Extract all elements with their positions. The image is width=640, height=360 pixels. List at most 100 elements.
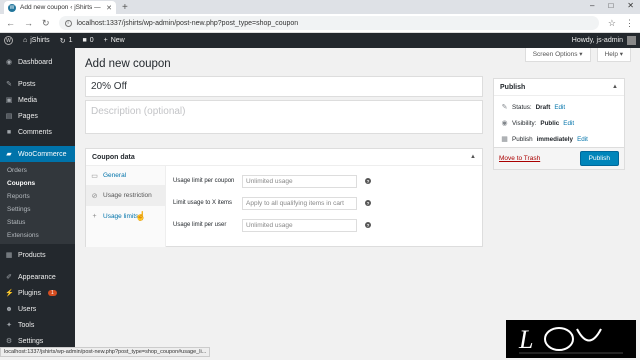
url-input[interactable]: i localhost:1337/jshirts/wp-admin/post-n… (58, 16, 599, 30)
screen-options-button[interactable]: Screen Options ▾ (524, 48, 591, 62)
coupon-data-header[interactable]: Coupon data ▲ (86, 149, 482, 166)
description-textarea[interactable]: Description (optional) (85, 100, 483, 134)
pin-icon: ✎ (501, 104, 508, 111)
sidebar-item-woocommerce[interactable]: ▰ WooCommerce (0, 146, 75, 162)
plugins-badge: 1 (47, 290, 57, 296)
help-tip-icon[interactable]: ? (365, 200, 371, 206)
sidebar-item-dashboard[interactable]: ◉ Dashboard (0, 54, 75, 70)
new-label: New (110, 37, 125, 44)
bookmark-star-icon[interactable]: ☆ (608, 18, 616, 29)
sidebar-item-label: Pages (18, 112, 38, 120)
reload-icon[interactable]: ↻ (42, 18, 50, 29)
updates-link[interactable]: ↻ 1 (60, 37, 73, 45)
sidebar-item-label: Tools (18, 321, 35, 329)
close-window-icon[interactable]: ✕ (627, 1, 634, 10)
sidebar-item-label: Users (18, 305, 37, 313)
submenu-orders[interactable]: Orders (0, 164, 75, 177)
submenu-reports[interactable]: Reports (0, 190, 75, 203)
comment-icon: ■ (82, 37, 87, 44)
publish-button[interactable]: Publish (579, 151, 619, 166)
page-icon: ▤ (5, 113, 13, 120)
status-label: Status: (512, 103, 532, 111)
sidebar-item-label: Posts (18, 80, 36, 88)
media-icon: ▣ (5, 97, 13, 104)
comments-link[interactable]: ■ 0 (82, 37, 93, 44)
home-icon: ⌂ (23, 37, 28, 44)
sidebar-item-tools[interactable]: ✦ Tools (0, 317, 75, 333)
tab-general[interactable]: ▭ General (86, 166, 165, 186)
sidebar-item-media[interactable]: ▣ Media (0, 92, 75, 108)
usage-limit-per-coupon-input[interactable]: Unlimited usage (242, 174, 357, 188)
move-to-trash-link[interactable]: Move to Trash (499, 155, 540, 162)
coupon-data-panel: Coupon data ▲ ▭ General ⊘ Usage restrictio… (85, 148, 483, 247)
status-value: Draft (535, 103, 551, 111)
visibility-row: ◉ Visibility: Public Edit (494, 115, 624, 131)
plugin-icon: ⚡ (5, 290, 14, 297)
sidebar-item-appearance[interactable]: ✐ Appearance (0, 269, 75, 285)
back-icon[interactable]: ← (6, 18, 15, 28)
tab-usage-restriction[interactable]: ⊘ Usage restriction (86, 186, 165, 206)
plus-icon: + (103, 37, 108, 44)
account-menu[interactable]: Howdy, js-admin (572, 36, 636, 45)
limit-usage-to-x-items-input[interactable]: Apply to all qualifying items in cart (242, 196, 357, 210)
hand-cursor-icon: ☝ (135, 211, 147, 221)
help-button[interactable]: Help ▾ (596, 48, 631, 62)
collapse-arrow-icon[interactable]: ▲ (470, 154, 476, 160)
publish-time-label: Publish (512, 135, 533, 143)
learning-logo-watermark: L (506, 320, 636, 358)
page-title: Add new coupon (85, 58, 171, 70)
ban-icon: ⊘ (91, 192, 98, 200)
comments-count: 0 (89, 37, 94, 44)
sidebar-item-label: Settings (18, 337, 44, 345)
coupon-tabs: ▭ General ⊘ Usage restriction + Usage limit… (86, 166, 166, 247)
sidebar-item-products[interactable]: ▦ Products (0, 247, 75, 263)
wordpress-logo-icon[interactable]: W (4, 36, 13, 45)
field-row: Usage limit per user Unlimited usage ? (173, 214, 371, 236)
browser-menu-icon[interactable]: ⋮ (625, 18, 634, 29)
address-bar: ← → ↻ i localhost:1337/jshirts/wp-admin/… (0, 14, 640, 33)
publish-box: Publish ▲ ✎ Status: Draft Edit ◉ Visibil… (493, 78, 625, 170)
screen-meta-links: Screen Options ▾ Help ▾ (524, 48, 631, 62)
field-row: Usage limit per coupon Unlimited usage ? (173, 170, 371, 192)
settings-icon: ⚙ (5, 338, 13, 345)
avatar (627, 36, 636, 45)
close-tab-icon[interactable]: ✕ (106, 4, 112, 12)
sidebar-item-label: Media (18, 96, 38, 104)
help-tip-icon[interactable]: ? (365, 178, 371, 184)
publish-header[interactable]: Publish ▲ (494, 79, 624, 96)
new-content-link[interactable]: + New (104, 37, 125, 44)
sidebar-item-posts[interactable]: ✎ Posts (0, 76, 75, 92)
forward-icon[interactable]: → (24, 18, 33, 28)
submenu-coupons[interactable]: Coupons (0, 177, 75, 190)
publish-time-value: immediately (536, 135, 574, 143)
collapse-arrow-icon[interactable]: ▲ (612, 84, 618, 90)
tab-usage-limits[interactable]: + Usage limits (86, 206, 165, 226)
visibility-label: Visibility: (512, 119, 537, 127)
new-tab-icon[interactable]: + (122, 2, 128, 13)
help-tip-icon[interactable]: ? (365, 222, 371, 228)
limit-usage-to-x-items-label: Limit usage to X items (173, 200, 233, 206)
browser-tab[interactable]: W Add new coupon ‹ jShirts — Wo ✕ (4, 1, 116, 14)
pin-icon: ✎ (6, 81, 12, 88)
site-name-link[interactable]: ⌂ jShirts (23, 37, 50, 44)
submenu-status[interactable]: Status (0, 216, 75, 229)
minimize-icon[interactable]: – (590, 1, 594, 10)
submenu-extensions[interactable]: Extensions (0, 229, 75, 242)
howdy-text: Howdy, js-admin (571, 37, 623, 44)
woocommerce-submenu: Orders Coupons Reports Settings Status E… (0, 162, 75, 244)
sidebar-item-plugins[interactable]: ⚡ Plugins 1 (0, 285, 75, 301)
submenu-settings[interactable]: Settings (0, 203, 75, 216)
sidebar-item-comments[interactable]: ■ Comments (0, 124, 75, 140)
usage-limit-per-user-input[interactable]: Unlimited usage (242, 218, 357, 232)
sidebar-item-label: Comments (18, 128, 52, 136)
edit-status-link[interactable]: Edit (554, 104, 565, 111)
tab-label: Usage limits (103, 212, 139, 220)
sidebar-item-pages[interactable]: ▤ Pages (0, 108, 75, 124)
coupon-code-input[interactable]: 20% Off (85, 76, 483, 97)
maximize-icon[interactable]: □ (608, 1, 613, 10)
sidebar-item-label: Dashboard (18, 58, 53, 66)
info-icon[interactable]: i (64, 19, 72, 27)
edit-visibility-link[interactable]: Edit (563, 120, 574, 127)
edit-publish-time-link[interactable]: Edit (577, 136, 588, 143)
sidebar-item-users[interactable]: ☻ Users (0, 301, 75, 317)
